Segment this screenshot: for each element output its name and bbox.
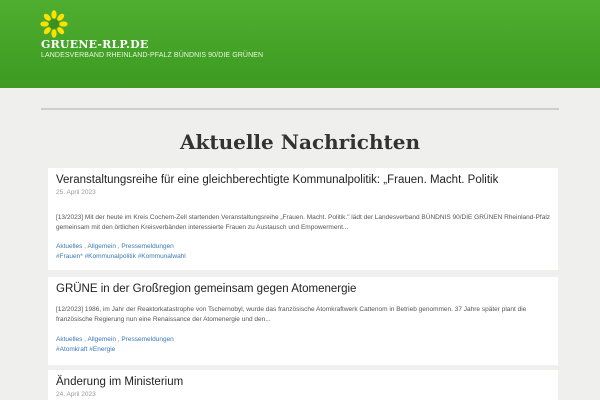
post-tags: #Atomkraft #Energie (56, 346, 115, 353)
category-link[interactable]: Pressemeldungen (121, 336, 173, 343)
page-title: Aktuelle Nachrichten (179, 130, 421, 154)
category-link[interactable]: Aktuelles (56, 336, 82, 343)
post-excerpt: [12/2023] 1986, im Jahr der Reaktorkatas… (56, 306, 527, 323)
sunflower-logo-icon[interactable] (40, 10, 68, 38)
site-title-link[interactable]: GRUENE-RLP.DE (41, 38, 148, 51)
tag-link[interactable]: #Atomkraft (56, 346, 87, 353)
post-categories: Aktuelles , Allgemein , Pressemeldungen (56, 243, 174, 250)
post-tags: #Frauen* #Kommunalpolitik #Kommunalwahl (56, 253, 186, 260)
post-excerpt: [13/2023] Mit der heute im Kreis Cochem-… (56, 214, 551, 231)
tag-link[interactable]: #Kommunalpolitik (85, 253, 136, 260)
category-link[interactable]: Allgemein (87, 243, 116, 250)
category-link[interactable]: Aktuelles (56, 243, 82, 250)
post-card: GRÜNE in der Großregion gemeinsam gegen … (48, 277, 558, 365)
post-card: Änderung im Ministerium 24. April 2023 (48, 370, 558, 400)
post-card: Veranstaltungsreihe für eine gleichberec… (48, 168, 558, 270)
header-divider (41, 108, 559, 110)
post-categories: Aktuelles , Allgemein , Pressemeldungen (56, 336, 174, 343)
tag-link[interactable]: #Kommunalwahl (138, 253, 186, 260)
category-link[interactable]: Allgemein (87, 336, 116, 343)
post-title-link[interactable]: GRÜNE in der Großregion gemeinsam gegen … (56, 283, 356, 295)
tag-link[interactable]: #Energie (89, 346, 115, 353)
post-title-link[interactable]: Änderung im Ministerium (56, 376, 183, 388)
site-description: LANDESVERBAND RHEINLAND-PFALZ BÜNDNIS 90… (41, 52, 264, 59)
tag-link[interactable]: #Frauen* (56, 253, 83, 260)
post-title-link[interactable]: Veranstaltungsreihe für eine gleichberec… (56, 174, 498, 186)
post-date: 25. April 2023 (56, 189, 96, 196)
category-link[interactable]: Pressemeldungen (121, 243, 173, 250)
site-header: GRUENE-RLP.DE LANDESVERBAND RHEINLAND-PF… (0, 0, 600, 88)
post-date: 24. April 2023 (56, 391, 96, 398)
